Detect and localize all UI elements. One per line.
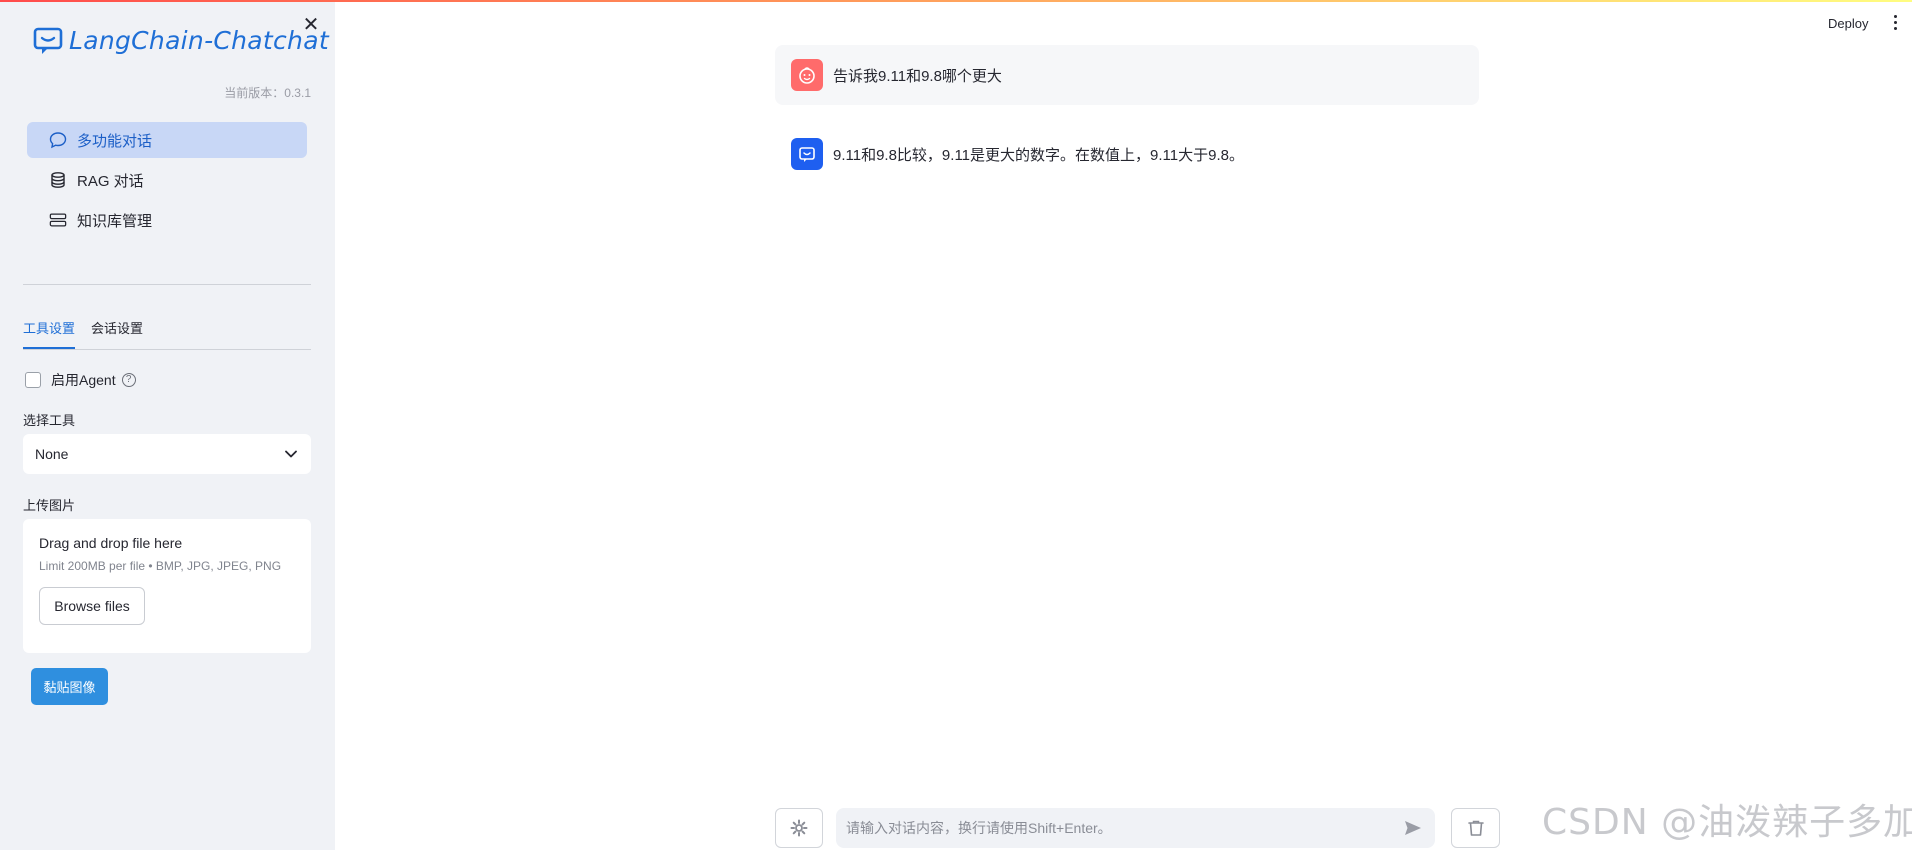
chat-bubble-icon: [49, 131, 67, 149]
tab-tool-settings[interactable]: 工具设置: [23, 318, 76, 349]
gear-icon: [790, 819, 808, 837]
chat-logo-icon: [33, 27, 63, 54]
deploy-button[interactable]: Deploy: [1828, 16, 1868, 31]
sidebar-item-label: 知识库管理: [77, 212, 153, 230]
agent-toggle-row: 启用Agent ?: [25, 370, 136, 390]
settings-tabs: 工具设置 会话设置: [23, 318, 311, 350]
sidebar-item-multi-chat[interactable]: 多功能对话: [27, 122, 307, 158]
sidebar-divider: [23, 284, 311, 285]
upload-limit-text: Limit 200MB per file • BMP, JPG, JPEG, P…: [39, 559, 282, 573]
logo-text: LangChain-Chatchat: [69, 26, 329, 55]
help-icon[interactable]: ?: [121, 373, 136, 387]
paste-image-button[interactable]: 黏贴图像: [31, 668, 108, 705]
chat-input-container: [836, 808, 1435, 848]
sidebar-item-label: 多功能对话: [77, 132, 153, 150]
settings-button[interactable]: [775, 808, 823, 848]
chevron-down-icon: [285, 450, 297, 458]
database-icon: [49, 171, 67, 189]
tool-select[interactable]: None: [23, 434, 311, 474]
send-icon: [1405, 821, 1421, 835]
tool-select-label: 选择工具: [23, 413, 76, 428]
chat-message-assistant: 9.11和9.8比较，9.11是更大的数字。在数值上，9.11大于9.8。: [775, 124, 1479, 184]
user-avatar-icon: [791, 59, 823, 91]
chat-message-user: 告诉我9.11和9.8哪个更大: [775, 45, 1479, 105]
trash-icon: [1467, 820, 1484, 836]
browse-files-button[interactable]: Browse files: [39, 587, 145, 625]
send-button[interactable]: [1401, 816, 1425, 840]
assistant-avatar-icon: [791, 138, 823, 170]
message-text: 9.11和9.8比较，9.11是更大的数字。在数值上，9.11大于9.8。: [833, 146, 1244, 164]
app-logo: LangChain-Chatchat: [33, 26, 329, 55]
message-text: 告诉我9.11和9.8哪个更大: [833, 67, 1002, 85]
server-icon: [49, 211, 67, 229]
watermark: CSDN @油泼辣子多加: [1542, 802, 1912, 843]
upload-dropzone-title: Drag and drop file here: [39, 535, 183, 551]
upload-label: 上传图片: [23, 498, 76, 513]
main-menu-icon[interactable]: [1891, 15, 1899, 33]
sidebar-item-knowledge-base[interactable]: 知识库管理: [27, 202, 307, 238]
chat-input[interactable]: [846, 820, 1401, 836]
sidebar-nav: 多功能对话 RAG 对话 知识库管理: [27, 122, 307, 242]
version-label: 当前版本：0.3.1: [224, 86, 311, 100]
agent-label: 启用Agent: [51, 372, 116, 388]
tool-select-value: None: [35, 446, 69, 462]
sidebar: ✕ LangChain-Chatchat 当前版本：0.3.1 多功能对话 RA…: [0, 0, 335, 850]
sidebar-item-rag-chat[interactable]: RAG 对话: [27, 162, 307, 198]
file-uploader[interactable]: Drag and drop file here Limit 200MB per …: [23, 519, 311, 653]
agent-checkbox[interactable]: [25, 372, 41, 388]
clear-chat-button[interactable]: [1451, 808, 1500, 848]
sidebar-item-label: RAG 对话: [77, 172, 144, 190]
top-decoration-bar: [0, 0, 1912, 2]
tab-session-settings[interactable]: 会话设置: [91, 318, 143, 349]
